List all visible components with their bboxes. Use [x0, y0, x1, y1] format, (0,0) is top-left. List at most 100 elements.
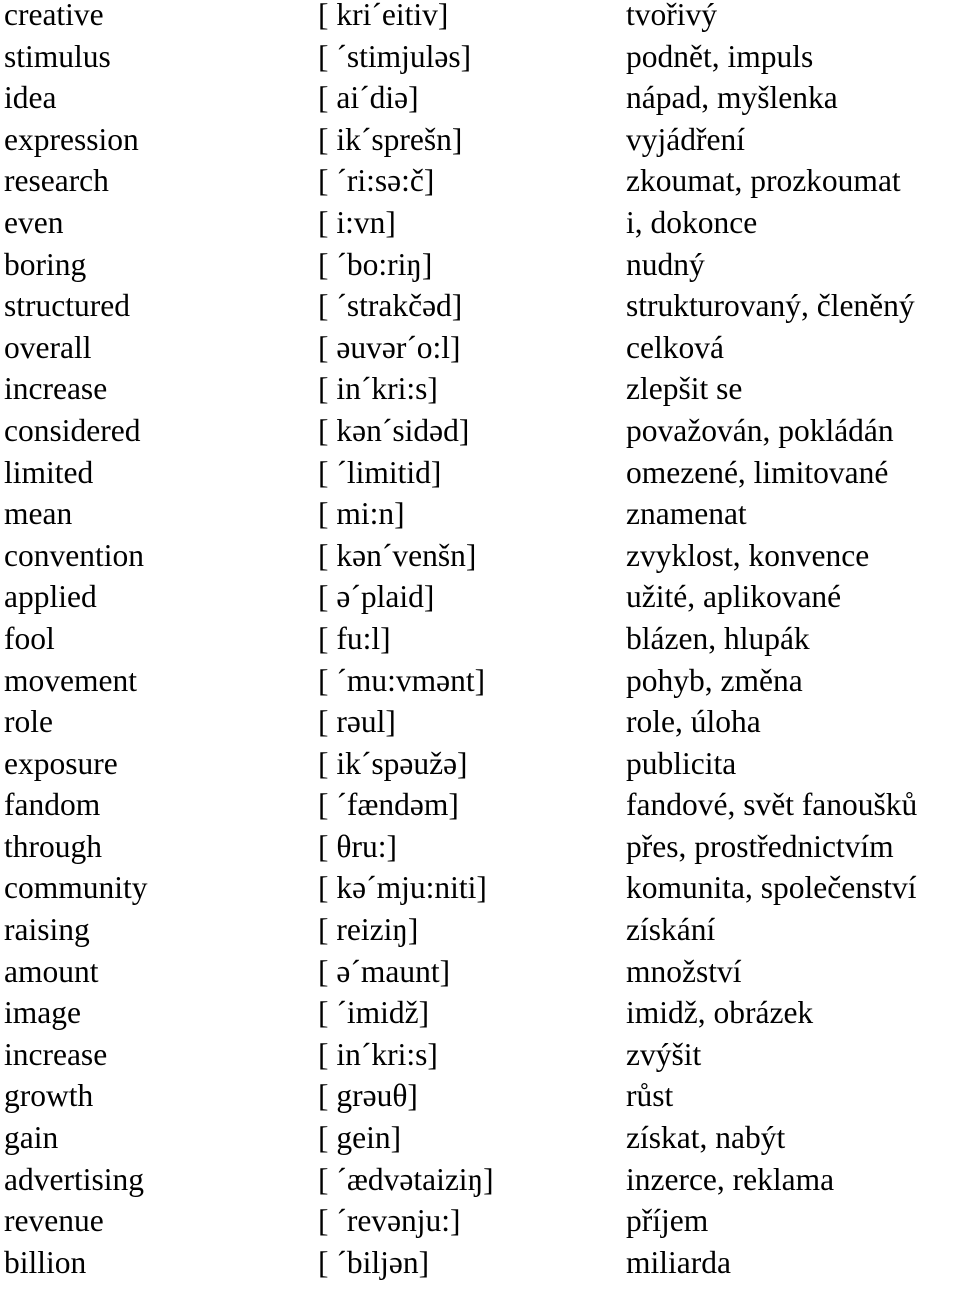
czech-translation: omezené, limitované	[626, 454, 889, 490]
english-word: fool	[4, 620, 55, 656]
czech-translation: podnět, impuls	[626, 38, 814, 74]
pronunciation: [ ´ædvətaiziŋ]	[318, 1161, 494, 1197]
english-word: limited	[4, 454, 94, 490]
czech-translation: imidž, obrázek	[626, 995, 814, 1031]
english-word: amount	[4, 953, 99, 989]
czech-translation: zkoumat, prozkoumat	[626, 163, 901, 199]
czech-translation: příjem	[626, 1203, 709, 1239]
czech-translation: strukturovaný, členěný	[626, 288, 915, 324]
pronunciation: [ kri´eitiv]	[318, 0, 449, 32]
vocabulary-row: research [ ´ri:sə:č] zkoumat, prozkoumat	[0, 160, 960, 202]
vocabulary-row: overall [ əuvər´o:l] celková	[0, 327, 960, 369]
pronunciation: [ in´kri:s]	[318, 1036, 438, 1072]
vocabulary-row: raising [ reiziŋ] získání	[0, 909, 960, 951]
pronunciation: [ i:vn]	[318, 204, 396, 240]
pronunciation: [ ´revənju:]	[318, 1203, 461, 1239]
vocabulary-row: idea [ ai´diə] nápad, myšlenka	[0, 77, 960, 119]
english-word: movement	[4, 662, 137, 698]
czech-translation: přes, prostřednictvím	[626, 828, 894, 864]
vocabulary-row: billion [ ´biljən] miliarda	[0, 1242, 960, 1284]
pronunciation: [ ´strakčəd]	[318, 288, 463, 324]
vocabulary-row: stimulus [ ´stimjuləs] podnět, impuls	[0, 36, 960, 78]
pronunciation: [ kə´mju:niti]	[318, 870, 487, 906]
english-word: structured	[4, 288, 130, 324]
vocabulary-row: amount [ ə´maunt] množství	[0, 951, 960, 993]
english-word: idea	[4, 80, 57, 116]
english-word: billion	[4, 1244, 87, 1280]
vocabulary-row: growth [ grəuθ] růst	[0, 1075, 960, 1117]
vocabulary-row: applied [ ə´plaid] užité, aplikované	[0, 576, 960, 618]
vocabulary-row: gain [ gein] získat, nabýt	[0, 1117, 960, 1159]
pronunciation: [ kən´venšn]	[318, 537, 477, 573]
czech-translation: nápad, myšlenka	[626, 80, 838, 116]
pronunciation: [ ai´diə]	[318, 80, 419, 116]
czech-translation: publicita	[626, 745, 737, 781]
vocabulary-row: role [ rəul] role, úloha	[0, 701, 960, 743]
vocabulary-row: through [ θru:] přes, prostřednictvím	[0, 826, 960, 868]
vocabulary-row: considered [ kən´sidəd] považován, pokládá…	[0, 410, 960, 452]
pronunciation: [ fu:l]	[318, 620, 391, 656]
pronunciation: [ ´imidž]	[318, 995, 430, 1031]
english-word: image	[4, 995, 81, 1031]
pronunciation: [ ə´maunt]	[318, 953, 451, 989]
czech-translation: blázen, hlupák	[626, 620, 810, 656]
vocabulary-row: even [ i:vn] i, dokonce	[0, 202, 960, 244]
vocabulary-row: convention [ kən´venšn] zvyklost, konvence	[0, 535, 960, 577]
czech-translation: získání	[626, 912, 716, 948]
english-word: applied	[4, 579, 97, 615]
vocabulary-row: movement [ ´mu:vmənt] pohyb, změna	[0, 660, 960, 702]
english-word: advertising	[4, 1161, 144, 1197]
english-word: research	[4, 163, 109, 199]
pronunciation: [ grəuθ]	[318, 1078, 418, 1114]
pronunciation: [ ´biljən]	[318, 1244, 430, 1280]
english-word: exposure	[4, 745, 118, 781]
english-word: gain	[4, 1120, 59, 1156]
vocabulary-row: increase [ in´kri:s] zlepšit se	[0, 368, 960, 410]
english-word: creative	[4, 0, 104, 32]
vocabulary-row: image [ ´imidž] imidž, obrázek	[0, 992, 960, 1034]
english-word: revenue	[4, 1203, 104, 1239]
english-word: role	[4, 704, 53, 740]
english-word: mean	[4, 496, 73, 532]
pronunciation: [ ´stimjuləs]	[318, 38, 472, 74]
czech-translation: množství	[626, 953, 742, 989]
vocabulary-row: exposure [ ik´spəužə] publicita	[0, 743, 960, 785]
english-word: boring	[4, 246, 87, 282]
vocabulary-row: advertising [ ´ædvətaiziŋ] inzerce, reklam…	[0, 1159, 960, 1201]
czech-translation: zlepšit se	[626, 371, 743, 407]
czech-translation: tvořivý	[626, 0, 717, 32]
pronunciation: [ rəul]	[318, 704, 396, 740]
czech-translation: pohyb, změna	[626, 662, 803, 698]
pronunciation: [ ik´spəužə]	[318, 745, 468, 781]
czech-translation: vyjádření	[626, 121, 745, 157]
english-word: growth	[4, 1078, 94, 1114]
czech-translation: fandové, svět fanoušků	[626, 787, 918, 823]
czech-translation: považován, pokládán	[626, 412, 894, 448]
vocabulary-row: community [ kə´mju:niti] komunita, společe…	[0, 867, 960, 909]
english-word: overall	[4, 329, 92, 365]
pronunciation: [ θru:]	[318, 828, 397, 864]
pronunciation: [ ´bo:riŋ]	[318, 246, 433, 282]
czech-translation: znamenat	[626, 496, 747, 532]
english-word: convention	[4, 537, 144, 573]
pronunciation: [ mi:n]	[318, 496, 405, 532]
vocabulary-row: revenue [ ´revənju:] příjem	[0, 1200, 960, 1242]
pronunciation: [ ə´plaid]	[318, 579, 435, 615]
pronunciation: [ gein]	[318, 1120, 402, 1156]
pronunciation: [ ´ri:sə:č]	[318, 163, 435, 199]
vocabulary-row: structured [ ´strakčəd] strukturovaný, čle…	[0, 285, 960, 327]
english-word: through	[4, 828, 102, 864]
english-word: even	[4, 204, 64, 240]
pronunciation: [ ´limitid]	[318, 454, 442, 490]
pronunciation: [ reiziŋ]	[318, 912, 419, 948]
czech-translation: nudný	[626, 246, 705, 282]
czech-translation: miliarda	[626, 1244, 731, 1280]
czech-translation: růst	[626, 1078, 674, 1114]
english-word: stimulus	[4, 38, 111, 74]
czech-translation: role, úloha	[626, 704, 761, 740]
czech-translation: komunita, společenství	[626, 870, 917, 906]
pronunciation: [ əuvər´o:l]	[318, 329, 461, 365]
czech-translation: užité, aplikované	[626, 579, 842, 615]
english-word: considered	[4, 412, 141, 448]
czech-translation: celková	[626, 329, 724, 365]
